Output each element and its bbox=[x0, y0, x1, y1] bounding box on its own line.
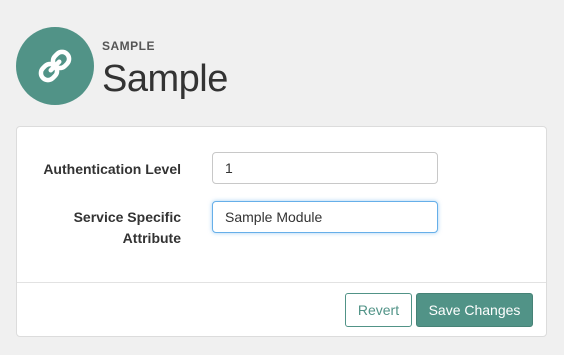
auth-level-input[interactable] bbox=[212, 152, 438, 184]
service-attr-input[interactable] bbox=[212, 201, 438, 233]
page-header: SAMPLE Sample bbox=[16, 27, 228, 107]
service-attr-label: Service Specific Attribute bbox=[73, 209, 181, 246]
footer-divider bbox=[17, 282, 546, 283]
settings-panel: Authentication Level Service Specific At… bbox=[16, 126, 547, 337]
module-avatar bbox=[16, 27, 94, 105]
revert-button[interactable]: Revert bbox=[345, 293, 412, 327]
auth-level-label: Authentication Level bbox=[43, 161, 181, 177]
save-changes-button[interactable]: Save Changes bbox=[416, 293, 533, 327]
page-kicker: SAMPLE bbox=[102, 39, 156, 53]
page-title: Sample bbox=[102, 58, 228, 100]
link-icon bbox=[38, 49, 72, 83]
